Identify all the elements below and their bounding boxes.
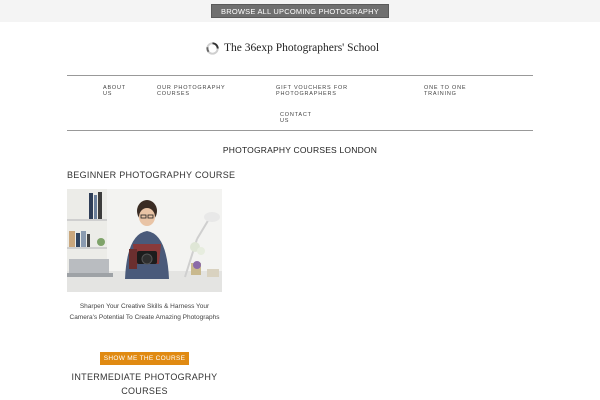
- photographer-with-camera-image: [67, 189, 222, 292]
- site-logo[interactable]: The 36exp Photographers' School: [206, 40, 379, 56]
- nav-top-divider: [67, 75, 533, 76]
- top-bar: BROWSE ALL UPCOMING PHOTOGRAPHY COURSES: [0, 0, 600, 30]
- site-name: The 36exp Photographers' School: [224, 42, 380, 54]
- course-title-intermediate[interactable]: INTERMEDIATE PHOTOGRAPHY COURSES: [67, 370, 222, 398]
- browse-courses-button[interactable]: BROWSE ALL UPCOMING PHOTOGRAPHY COURSES: [211, 4, 389, 30]
- show-me-course-button[interactable]: SHOW ME THE COURSE: [100, 352, 189, 365]
- nav-item-one-to-one[interactable]: ONE TO ONE TRAINING: [424, 85, 484, 97]
- course-photo-beginner[interactable]: [67, 189, 222, 292]
- page-title: PHOTOGRAPHY COURSES LONDON: [222, 145, 378, 155]
- course-description-beginner: Sharpen Your Creative Skills & Harness Y…: [69, 303, 220, 321]
- nav-bottom-divider: [67, 130, 533, 131]
- aperture-ring-icon: [206, 41, 219, 55]
- course-title-beginner[interactable]: BEGINNER PHOTOGRAPHY COURSE: [67, 170, 235, 180]
- nav-item-gift-vouchers[interactable]: GIFT VOUCHERS FOR PHOTOGRAPHERS: [276, 85, 368, 97]
- nav-item-contact[interactable]: CONTACT US: [280, 112, 316, 124]
- nav-item-courses[interactable]: OUR PHOTOGRAPHY COURSES: [157, 85, 237, 97]
- nav-item-about[interactable]: ABOUT US: [103, 85, 137, 97]
